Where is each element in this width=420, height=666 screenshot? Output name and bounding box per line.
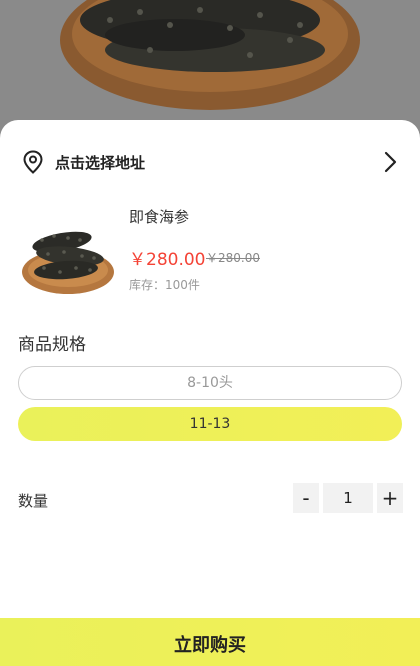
purchase-sheet: 点击选择地址 即食海参 ￥280.00 ￥280.00 库存：100件 商品规格… [0, 120, 420, 666]
decrease-button[interactable]: - [293, 483, 319, 513]
product-summary: 即食海参 ￥280.00 ￥280.00 库存：100件 [0, 200, 420, 310]
spec-option-11-13[interactable]: 11-13 [18, 407, 402, 441]
product-thumbnail [22, 231, 114, 294]
spec-option-8-10[interactable]: 8-10头 [18, 366, 402, 400]
product-stock: 库存：100件 [129, 278, 200, 292]
buy-now-button[interactable]: 立即购买 [0, 618, 420, 666]
product-name: 即食海参 [129, 208, 190, 226]
increase-button[interactable]: + [377, 483, 403, 513]
product-original-price: ￥280.00 [206, 251, 260, 265]
quantity-stepper: - 1 + [293, 483, 403, 513]
location-pin-icon [23, 150, 43, 174]
address-selector[interactable]: 点击选择地址 [0, 142, 420, 182]
product-price: ￥280.00 [129, 250, 206, 270]
address-label: 点击选择地址 [55, 154, 146, 172]
quantity-label: 数量 [18, 492, 49, 510]
spec-title: 商品规格 [18, 335, 86, 355]
quantity-value[interactable]: 1 [323, 483, 373, 513]
chevron-right-icon [384, 151, 397, 173]
